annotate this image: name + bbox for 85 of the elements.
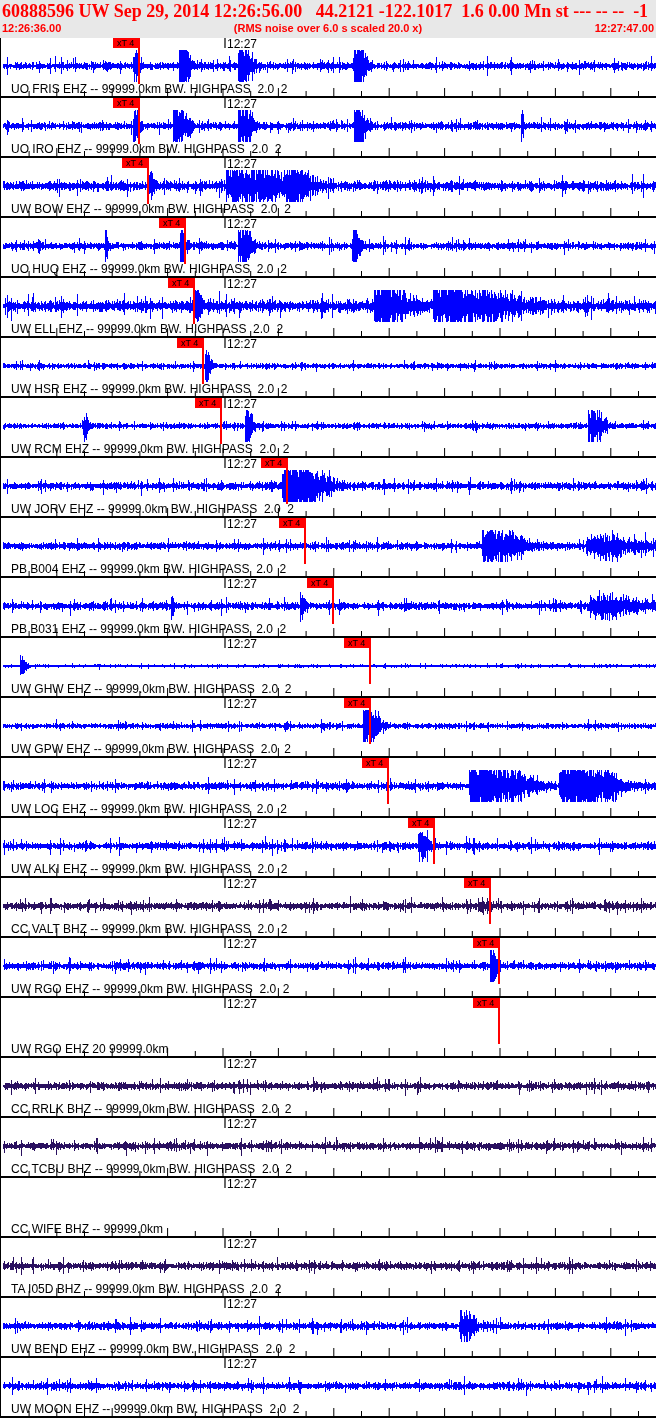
pick-line: [489, 878, 491, 924]
time-label: 12:27: [227, 878, 258, 890]
end-time: 12:27:47.00: [594, 22, 654, 35]
pick-flag: xT 4: [307, 578, 333, 588]
time-label: 12:27: [227, 98, 258, 110]
pick-line: [138, 98, 140, 144]
time-label: 12:27: [227, 1298, 258, 1310]
pick-line: [369, 638, 371, 684]
time-label: 12:27: [227, 458, 258, 470]
station-label: UW MOON EHZ -- 99999.0km BW. HIGHPASS 2.0 2: [11, 1403, 300, 1416]
pick-line: [220, 398, 222, 444]
pick-flag: xT 4: [113, 38, 139, 48]
pick-line: [332, 578, 334, 624]
station-label: UW GHW EHZ -- 99999.0km BW. HIGHPASS 2.0 2: [11, 683, 292, 696]
pick-flag: xT 4: [195, 398, 221, 408]
station-label: CC RRLK BHZ -- 99999.0km BW. HIGHPASS 2.0 2: [11, 1103, 292, 1116]
time-label: 12:27: [227, 758, 258, 770]
pick-flag: xT 4: [344, 698, 370, 708]
time-label: 12:27: [227, 1358, 258, 1370]
station-label: UW JORV EHZ -- 99999.0km BW. HIGHPASS 2.0 2: [11, 503, 294, 516]
time-label: 12:27: [227, 1058, 258, 1070]
pick-flag: xT 4: [408, 818, 434, 828]
pick-line: [387, 758, 389, 804]
station-label: PB B004 EHZ -- 99999.0km BW. HIGHPASS 2.0 2: [11, 563, 287, 576]
time-label: 12:27: [227, 278, 258, 290]
time-label: 12:27: [227, 698, 258, 710]
station-label: PB B031 EHZ -- 99999.0km BW. HIGHPASS 2.0 2: [11, 623, 287, 636]
pick-line: [138, 38, 140, 84]
pick-line: [369, 698, 371, 744]
station-label: UW BOW EHZ -- 99999.0km BW. HIGHPASS 2.0 2: [11, 203, 291, 216]
pick-flag: xT 4: [159, 218, 185, 228]
station-label: CC TCBU BHZ -- 99999.0km BW. HIGHPASS 2.0 2: [11, 1163, 292, 1176]
pick-line: [304, 518, 306, 564]
pick-line: [286, 458, 288, 504]
station-label: UO HUQ EHZ -- 99999.0km BW. HIGHPASS 2.0 2: [11, 263, 287, 276]
pick-flag: xT 4: [177, 338, 203, 348]
pick-line: [433, 818, 435, 864]
station-label: UW LOC EHZ -- 99999.0km BW. HIGHPASS 2.0 2: [11, 803, 287, 816]
station-label: TA I05D BHZ -- 99999.0km BW. HIGHPASS 2.0 2: [11, 1283, 282, 1296]
time-label: 12:27: [227, 638, 258, 650]
pick-line: [184, 218, 186, 264]
station-label: UW BEND EHZ -- 99999.0km BW. HIGHPASS 2.0 2: [11, 1343, 296, 1356]
pick-line: [498, 998, 500, 1044]
pick-line: [193, 278, 195, 324]
station-label: UW RGO EHZ 20 99999.0km: [11, 1043, 169, 1056]
pick-flag: xT 4: [168, 278, 194, 288]
station-label: CC VALT BHZ -- 99999.0km BW. HIGHPASS 2.0 2: [11, 923, 288, 936]
station-label: UW RGO EHZ -- 99999.0km BW. HIGHPASS 2.0 2: [11, 983, 290, 996]
station-label: UW ELL EHZ -- 99999.0km BW. HIGHPASS 2.0 2: [11, 323, 284, 336]
pick-line: [498, 938, 500, 984]
time-label: 12:27: [227, 1238, 258, 1250]
pick-flag: xT 4: [362, 758, 388, 768]
time-label: 12:27: [227, 1178, 258, 1190]
time-label: 12:27: [227, 158, 258, 170]
time-tick: [224, 38, 226, 48]
station-label: UW RCM EHZ -- 99999.0km BW. HIGHPASS 2.0 2: [11, 443, 290, 456]
scaling-note: (RMS noise over 6.0 s scaled 20.0 x): [233, 22, 423, 35]
pick-flag: xT 4: [473, 998, 499, 1008]
pick-flag: xT 4: [279, 518, 305, 528]
time-label: 12:27: [227, 578, 258, 590]
time-label: 12:27: [227, 818, 258, 830]
time-label: 12:27: [227, 398, 258, 410]
pick-flag: xT 4: [261, 458, 287, 468]
start-time: 12:26:36.00: [2, 22, 62, 35]
station-label: UW ALKI EHZ -- 99999.0km BW. HIGHPASS 2.0 2: [11, 863, 288, 876]
time-label: 12:27: [227, 218, 258, 230]
pick-flag: xT 4: [122, 158, 148, 168]
time-label: 12:27: [227, 38, 258, 50]
station-label: UO FRIS EHZ -- 99999.0km BW. HIGHPASS 2.0 2: [11, 83, 288, 96]
station-label: UW HSR EHZ -- 99999.0km BW. HIGHPASS 2.0 2: [11, 383, 288, 396]
pick-flag: xT 4: [113, 98, 139, 108]
time-label: 12:27: [227, 938, 258, 950]
pick-line: [147, 158, 149, 204]
station-label: CC WIFE BHZ -- 99999.0km: [11, 1223, 164, 1236]
station-label: UO IRO EHZ -- 99999.0km BW. HIGHPASS 2.0 2: [11, 143, 282, 156]
station-label: UW GPW EHZ -- 99999.0km BW. HIGHPASS 2.0 2: [11, 743, 291, 756]
time-label: 12:27: [227, 1118, 258, 1130]
event-title: 60888596 UW Sep 29, 2014 12:26:56.00 44.2121 -122.1017 1.6 0.00 Mn st --- -- -- -1: [2, 1, 650, 22]
pick-line: [202, 338, 204, 384]
time-label: 12:27: [227, 338, 258, 350]
time-label: 12:27: [227, 998, 258, 1010]
pick-flag: xT 4: [464, 878, 490, 888]
pick-flag: xT 4: [473, 938, 499, 948]
pick-flag: xT 4: [344, 638, 370, 648]
time-label: 12:27: [227, 518, 258, 530]
